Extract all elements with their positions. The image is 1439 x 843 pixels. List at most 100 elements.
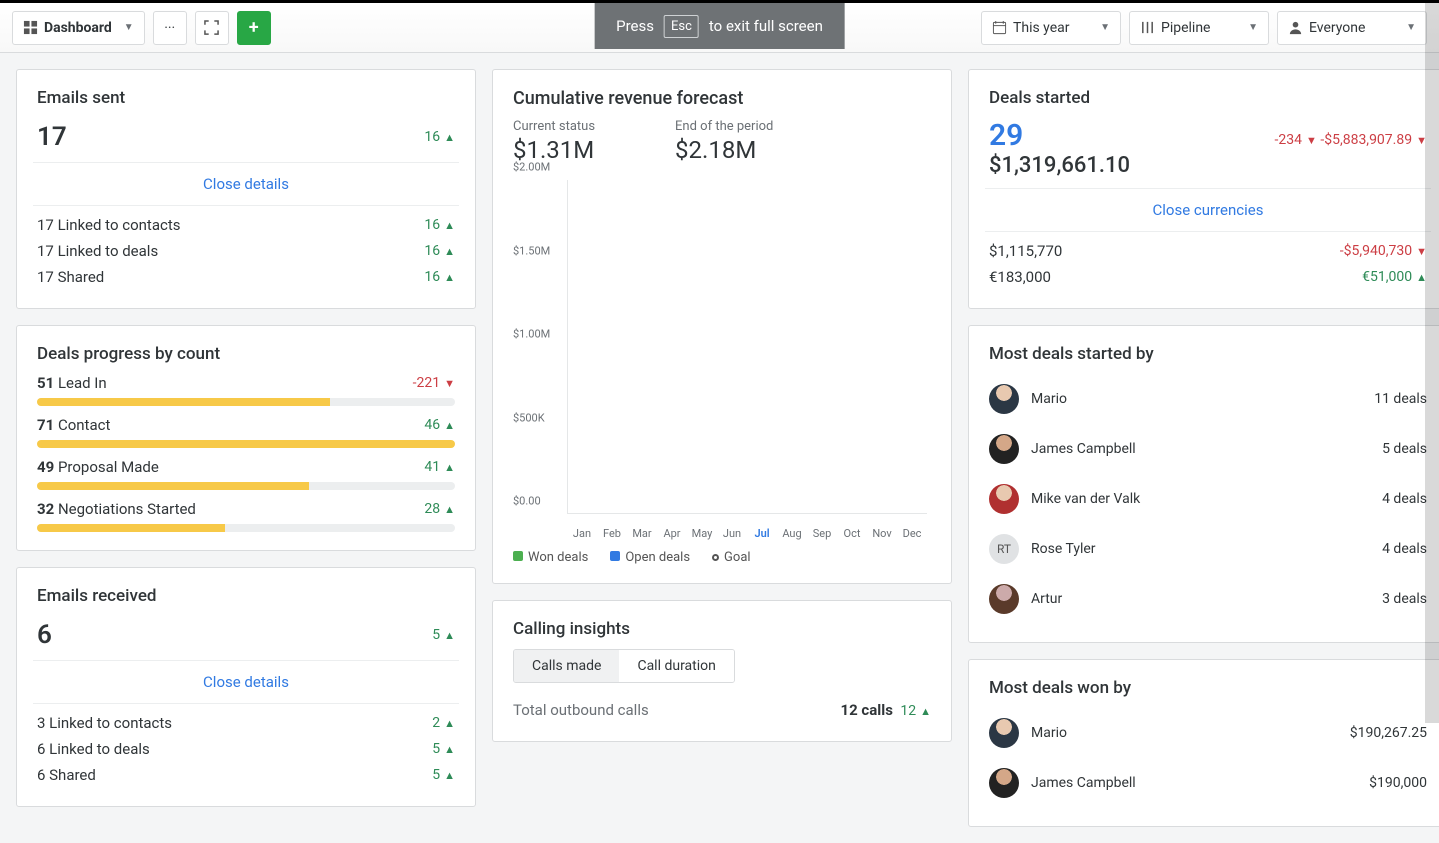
- banner-pre: Press: [616, 17, 654, 35]
- person-name: Mike van der Valk: [1031, 491, 1370, 507]
- x-tick: Dec: [897, 527, 927, 540]
- stat-label: 17 Shared: [37, 268, 104, 286]
- chevron-down-icon: ▼: [1100, 22, 1110, 33]
- delta: -$5,940,730 ▼: [1340, 243, 1427, 259]
- pipeline-filter[interactable]: Pipeline ▼: [1129, 11, 1269, 45]
- y-tick: $0.00: [513, 495, 541, 508]
- person-row[interactable]: James Campbell $190,000: [989, 758, 1427, 808]
- fullscreen-button[interactable]: [195, 11, 229, 45]
- currency-row: $1,115,770 -$5,940,730 ▼: [989, 238, 1427, 264]
- avatar: [989, 434, 1019, 464]
- avatar: [989, 768, 1019, 798]
- delta: 5 ▲: [432, 741, 455, 757]
- x-tick: Feb: [597, 527, 627, 540]
- tab-call-duration[interactable]: Call duration: [619, 650, 733, 682]
- currency-amount: €183,000: [989, 268, 1051, 286]
- emails-received-card: Emails received 6 5▲ Close details 3 Lin…: [16, 567, 476, 807]
- chart-legend: Won deals Open deals Goal: [513, 550, 931, 565]
- delta: -234 ▼: [1274, 132, 1316, 148]
- stat-label: 17 Linked to contacts: [37, 216, 180, 234]
- delta: €51,000 ▲: [1362, 269, 1427, 285]
- fullscreen-icon: [204, 20, 219, 35]
- revenue-forecast-card: Cumulative revenue forecast Current stat…: [492, 69, 952, 584]
- deals-progress-card: Deals progress by count 51 Lead In -221 …: [16, 325, 476, 551]
- emails-received-value: 6: [37, 620, 52, 650]
- delta: -221 ▼: [413, 374, 455, 392]
- delta: 41 ▲: [424, 458, 455, 476]
- end-period-label: End of the period: [675, 119, 773, 134]
- person-value: 5 deals: [1382, 441, 1427, 457]
- person-name: James Campbell: [1031, 775, 1357, 791]
- dashboard-selector[interactable]: Dashboard ▼: [12, 11, 145, 45]
- current-status-label: Current status: [513, 119, 595, 134]
- person-name: Artur: [1031, 591, 1370, 607]
- delta: 5▲: [432, 627, 455, 643]
- stat-label: 6 Linked to deals: [37, 740, 150, 758]
- avatar: [989, 584, 1019, 614]
- add-button[interactable]: +: [237, 11, 271, 45]
- most-deals-started-card: Most deals started by Mario 11 deals Jam…: [968, 325, 1439, 643]
- x-tick: Aug: [777, 527, 807, 540]
- x-tick: Jan: [567, 527, 597, 540]
- delta: 16 ▲: [424, 217, 455, 233]
- close-details-link[interactable]: Close details: [37, 667, 455, 697]
- progress-bar: [37, 440, 455, 448]
- pipeline-icon: [1140, 20, 1155, 35]
- deals-started-count: 29: [989, 118, 1130, 153]
- avatar: [989, 384, 1019, 414]
- dashboard-icon: [23, 20, 38, 35]
- person-icon: [1288, 20, 1303, 35]
- delta: 16▲: [424, 129, 455, 145]
- progress-bar: [37, 398, 455, 406]
- close-currencies-link[interactable]: Close currencies: [989, 195, 1427, 225]
- more-button[interactable]: ···: [153, 11, 187, 45]
- person-row[interactable]: Mario 11 deals: [989, 374, 1427, 424]
- x-tick: Jun: [717, 527, 747, 540]
- outbound-calls-label: Total outbound calls: [513, 701, 649, 719]
- stat-row: 6 Linked to deals 5 ▲: [37, 736, 455, 762]
- calling-tabs: Calls made Call duration: [513, 649, 735, 683]
- stat-row: 17 Shared 16 ▲: [37, 264, 455, 290]
- card-title: Deals started: [989, 88, 1427, 108]
- stat-row: 17 Linked to contacts 16 ▲: [37, 212, 455, 238]
- card-title: Most deals started by: [989, 344, 1427, 364]
- x-tick: Sep: [807, 527, 837, 540]
- stage-row: 51 Lead In -221 ▼: [37, 374, 455, 392]
- person-name: James Campbell: [1031, 441, 1370, 457]
- person-row[interactable]: Mario $190,267.25: [989, 708, 1427, 758]
- chevron-down-icon: ▼: [1248, 22, 1258, 33]
- scrollbar[interactable]: [1425, 3, 1439, 723]
- chevron-down-icon: ▼: [124, 22, 134, 33]
- deals-started-card: Deals started 29 $1,319,661.10 -234 ▼ -$…: [968, 69, 1439, 309]
- top-toolbar: Dashboard ▼ ··· + Press Esc to exit full…: [0, 3, 1439, 53]
- stat-label: 17 Linked to deals: [37, 242, 158, 260]
- progress-bar: [37, 482, 455, 490]
- emails-sent-card: Emails sent 17 16▲ Close details 17 Link…: [16, 69, 476, 309]
- owner-filter[interactable]: Everyone ▼: [1277, 11, 1427, 45]
- stat-row: 6 Shared 5 ▲: [37, 762, 455, 788]
- legend-won: Won deals: [528, 550, 588, 565]
- y-tick: $2.00M: [513, 161, 550, 174]
- close-details-link[interactable]: Close details: [37, 169, 455, 199]
- card-title: Most deals won by: [989, 678, 1427, 698]
- delta: 5 ▲: [432, 767, 455, 783]
- stat-label: 3 Linked to contacts: [37, 714, 172, 732]
- card-title: Cumulative revenue forecast: [513, 88, 931, 109]
- x-tick: Nov: [867, 527, 897, 540]
- chevron-down-icon: ▼: [1406, 22, 1416, 33]
- person-row[interactable]: RT Rose Tyler 4 deals: [989, 524, 1427, 574]
- stage-row: 71 Contact 46 ▲: [37, 416, 455, 434]
- person-name: Rose Tyler: [1031, 541, 1370, 557]
- person-row[interactable]: Mike van der Valk 4 deals: [989, 474, 1427, 524]
- tab-calls-made[interactable]: Calls made: [514, 650, 619, 682]
- avatar: RT: [989, 534, 1019, 564]
- card-title: Emails sent: [37, 88, 455, 108]
- y-tick: $500K: [513, 411, 545, 424]
- period-filter[interactable]: This year ▼: [981, 11, 1121, 45]
- x-tick: May: [687, 527, 717, 540]
- person-name: Mario: [1031, 391, 1362, 407]
- esc-key: Esc: [664, 15, 699, 38]
- person-row[interactable]: James Campbell 5 deals: [989, 424, 1427, 474]
- person-row[interactable]: Artur 3 deals: [989, 574, 1427, 624]
- avatar: [989, 484, 1019, 514]
